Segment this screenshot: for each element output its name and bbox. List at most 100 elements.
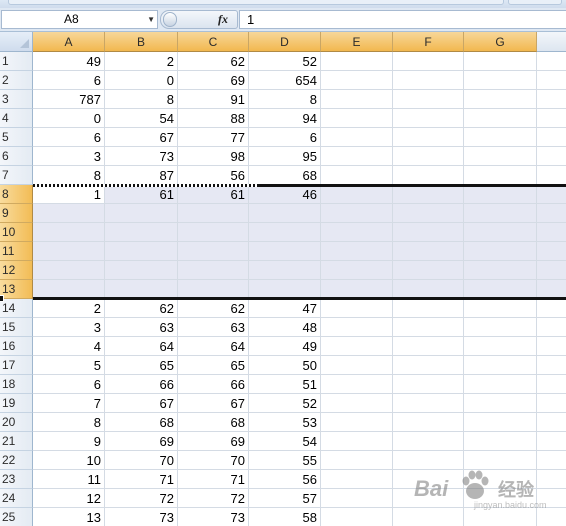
- cell-f18[interactable]: [393, 375, 464, 394]
- cell-b23[interactable]: 71: [105, 470, 178, 489]
- cell-d18[interactable]: 51: [249, 375, 321, 394]
- cell-d15[interactable]: 48: [249, 318, 321, 337]
- cell-a3[interactable]: 787: [33, 90, 105, 109]
- cell-f21[interactable]: [393, 432, 464, 451]
- cell-e7[interactable]: [321, 166, 393, 185]
- cell-e14[interactable]: [321, 299, 393, 318]
- cell-e18[interactable]: [321, 375, 393, 394]
- cell-d17[interactable]: 50: [249, 356, 321, 375]
- cell-g7[interactable]: [464, 166, 537, 185]
- cell-c7[interactable]: 56: [178, 166, 249, 185]
- cell-a20[interactable]: 8: [33, 413, 105, 432]
- cell-a4[interactable]: 0: [33, 109, 105, 128]
- cell-d11[interactable]: [249, 242, 321, 261]
- row-header-22[interactable]: 22: [0, 451, 33, 470]
- cell-b1[interactable]: 2: [105, 52, 178, 71]
- cell-c10[interactable]: [178, 223, 249, 242]
- cell-f9[interactable]: [393, 204, 464, 223]
- cell-b9[interactable]: [105, 204, 178, 223]
- cell-f2[interactable]: [393, 71, 464, 90]
- cell-a12[interactable]: [33, 261, 105, 280]
- select-all-button[interactable]: [0, 32, 33, 52]
- cell-d6[interactable]: 95: [249, 147, 321, 166]
- cell-filler[interactable]: [537, 166, 566, 185]
- cell-d7[interactable]: 68: [249, 166, 321, 185]
- cell-b3[interactable]: 8: [105, 90, 178, 109]
- cell-g2[interactable]: [464, 71, 537, 90]
- cell-d19[interactable]: 52: [249, 394, 321, 413]
- cell-c22[interactable]: 70: [178, 451, 249, 470]
- cell-filler[interactable]: [537, 147, 566, 166]
- cell-d21[interactable]: 54: [249, 432, 321, 451]
- cell-c3[interactable]: 91: [178, 90, 249, 109]
- fill-handle[interactable]: [0, 295, 4, 302]
- cell-e16[interactable]: [321, 337, 393, 356]
- cell-g3[interactable]: [464, 90, 537, 109]
- cell-f15[interactable]: [393, 318, 464, 337]
- cell-c16[interactable]: 64: [178, 337, 249, 356]
- cell-c23[interactable]: 71: [178, 470, 249, 489]
- cell-a14[interactable]: 2: [33, 299, 105, 318]
- cell-g5[interactable]: [464, 128, 537, 147]
- formula-input[interactable]: 1: [239, 10, 566, 29]
- cell-b6[interactable]: 73: [105, 147, 178, 166]
- cell-f7[interactable]: [393, 166, 464, 185]
- cell-b17[interactable]: 65: [105, 356, 178, 375]
- cell-d2[interactable]: 654: [249, 71, 321, 90]
- row-header-19[interactable]: 19: [0, 394, 33, 413]
- cell-a21[interactable]: 9: [33, 432, 105, 451]
- cell-a23[interactable]: 11: [33, 470, 105, 489]
- cell-f12[interactable]: [393, 261, 464, 280]
- cell-b15[interactable]: 63: [105, 318, 178, 337]
- cell-e4[interactable]: [321, 109, 393, 128]
- cell-b18[interactable]: 66: [105, 375, 178, 394]
- cell-d1[interactable]: 52: [249, 52, 321, 71]
- cell-filler[interactable]: [537, 90, 566, 109]
- cell-f17[interactable]: [393, 356, 464, 375]
- cell-filler[interactable]: [537, 337, 566, 356]
- cell-f6[interactable]: [393, 147, 464, 166]
- row-header-14[interactable]: 14: [0, 299, 33, 318]
- row-header-21[interactable]: 21: [0, 432, 33, 451]
- row-header-16[interactable]: 16: [0, 337, 33, 356]
- row-header-3[interactable]: 3: [0, 90, 33, 109]
- cell-a1[interactable]: 49: [33, 52, 105, 71]
- cell-filler[interactable]: [537, 242, 566, 261]
- cell-g16[interactable]: [464, 337, 537, 356]
- cell-c25[interactable]: 73: [178, 508, 249, 526]
- cell-b2[interactable]: 0: [105, 71, 178, 90]
- cell-b4[interactable]: 54: [105, 109, 178, 128]
- cell-b7[interactable]: 87: [105, 166, 178, 185]
- row-header-9[interactable]: 9: [0, 204, 33, 223]
- column-header-f[interactable]: F: [393, 32, 464, 52]
- cell-b20[interactable]: 68: [105, 413, 178, 432]
- cell-d16[interactable]: 49: [249, 337, 321, 356]
- cell-filler[interactable]: [537, 223, 566, 242]
- cell-a2[interactable]: 6: [33, 71, 105, 90]
- cell-d24[interactable]: 57: [249, 489, 321, 508]
- cell-c19[interactable]: 67: [178, 394, 249, 413]
- cell-e3[interactable]: [321, 90, 393, 109]
- cell-e19[interactable]: [321, 394, 393, 413]
- cell-g4[interactable]: [464, 109, 537, 128]
- cell-d25[interactable]: 58: [249, 508, 321, 526]
- cell-e2[interactable]: [321, 71, 393, 90]
- cell-f5[interactable]: [393, 128, 464, 147]
- cell-filler[interactable]: [537, 432, 566, 451]
- cell-g18[interactable]: [464, 375, 537, 394]
- cell-f11[interactable]: [393, 242, 464, 261]
- cell-e24[interactable]: [321, 489, 393, 508]
- row-header-20[interactable]: 20: [0, 413, 33, 432]
- cell-d10[interactable]: [249, 223, 321, 242]
- cell-filler[interactable]: [537, 128, 566, 147]
- column-header-c[interactable]: C: [178, 32, 249, 52]
- cell-filler[interactable]: [537, 52, 566, 71]
- cell-b10[interactable]: [105, 223, 178, 242]
- cell-g9[interactable]: [464, 204, 537, 223]
- cell-a10[interactable]: [33, 223, 105, 242]
- cell-b22[interactable]: 70: [105, 451, 178, 470]
- cell-filler[interactable]: [537, 71, 566, 90]
- cell-d22[interactable]: 55: [249, 451, 321, 470]
- cell-c20[interactable]: 68: [178, 413, 249, 432]
- cell-c6[interactable]: 98: [178, 147, 249, 166]
